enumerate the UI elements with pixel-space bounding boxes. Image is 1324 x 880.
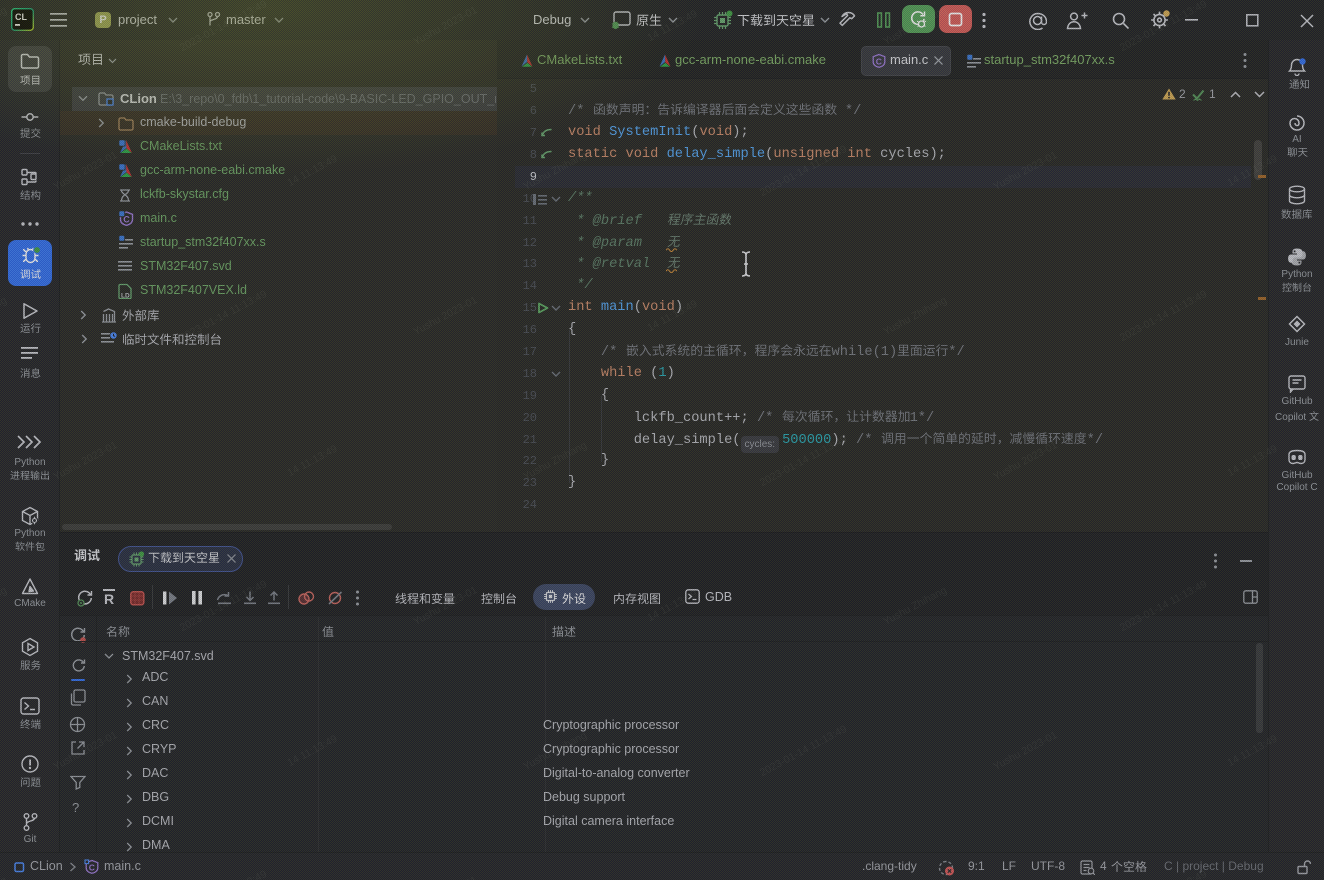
svg-text:CL: CL <box>15 12 27 22</box>
svg-text:C: C <box>876 57 882 67</box>
svg-text:LD: LD <box>121 293 130 300</box>
svg-text:C: C <box>89 863 95 873</box>
